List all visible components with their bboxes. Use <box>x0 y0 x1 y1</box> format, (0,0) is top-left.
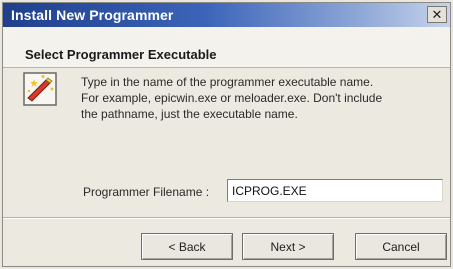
programmer-filename-label: Programmer Filename : <box>83 185 210 199</box>
install-programmer-dialog: Install New Programmer ✕ Select Programm… <box>2 2 451 267</box>
back-button[interactable]: < Back <box>141 233 233 260</box>
page-title: Select Programmer Executable <box>25 47 217 62</box>
cancel-button[interactable]: Cancel <box>355 233 447 260</box>
window-title: Install New Programmer <box>11 7 174 23</box>
close-button[interactable]: ✕ <box>427 6 447 23</box>
wizard-wand-icon <box>23 72 57 106</box>
instruction-line: For example, epicwin.exe or meloader.exe… <box>81 91 383 105</box>
close-icon: ✕ <box>431 7 443 22</box>
programmer-filename-input[interactable] <box>227 179 443 202</box>
instruction-line: Type in the name of the programmer execu… <box>81 75 374 89</box>
next-button[interactable]: Next > <box>242 233 334 260</box>
divider <box>3 217 450 219</box>
wizard-header: Select Programmer Executable <box>3 27 450 68</box>
instruction-line: the pathname, just the executable name. <box>81 107 298 121</box>
title-bar[interactable]: Install New Programmer ✕ <box>3 3 450 27</box>
instruction-text: Type in the name of the programmer execu… <box>81 74 441 122</box>
